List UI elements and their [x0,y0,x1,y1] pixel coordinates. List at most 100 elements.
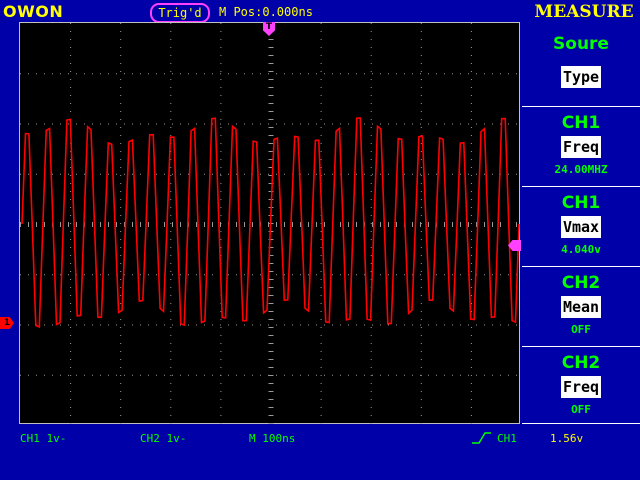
grid-dot [370,367,372,368]
grid-dot [170,55,172,56]
grid-dot [370,119,372,120]
grid-dot [308,374,309,376]
grid-dot [132,173,133,175]
grid-dot [120,111,122,112]
grid-dot [20,274,21,276]
grid-dot [370,95,372,96]
grid-dot [220,143,222,144]
grid-dot [420,215,422,216]
grid-dot [252,123,253,125]
grid-dot [460,73,461,75]
grid-dot [20,374,21,376]
grid-dot [28,123,29,125]
grid-dot [470,407,472,408]
grid-dot [470,327,472,328]
grid-dot [428,123,429,125]
grid-dot [70,351,72,352]
grid-dot [84,123,85,125]
center-tick [268,415,274,416]
grid-dot [120,79,122,80]
grid-dot [308,73,309,75]
menu-item-ch1-vmax[interactable]: CH1 Vmax 4.040v [522,187,640,267]
grid-dot [120,423,122,424]
grid-dot [164,73,165,75]
grid-dot [370,183,372,184]
grid-dot [356,374,357,376]
grid-dot [452,324,453,326]
grid-dot [204,123,205,125]
grid-dot [70,271,72,272]
grid-dot [452,274,453,276]
grid-dot [70,255,72,256]
menu-item-ch1-freq[interactable]: CH1 Freq 24.00MHZ [522,107,640,187]
grid-dot [76,173,77,175]
menu-item-ch2-mean[interactable]: CH2 Mean OFF [522,267,640,347]
grid-dot [170,423,172,424]
grid-dot [70,223,72,224]
center-tick [36,222,37,227]
menu-item-ch2-freq[interactable]: CH2 Freq OFF [522,347,640,424]
center-tick [204,222,205,227]
grid-dot [172,374,173,376]
grid-dot [260,73,261,75]
grid-dot [372,374,373,376]
center-tick [140,222,141,227]
grid-dot [316,374,317,376]
grid-dot [204,173,205,175]
grid-dot [320,151,322,152]
grid-dot [320,71,322,72]
grid-dot [70,423,72,424]
grid-dot [320,63,322,64]
grid-dot [70,367,72,368]
grid-dot [44,324,45,326]
grid-dot [196,324,197,326]
grid-dot [170,63,172,64]
grid-dot [170,39,172,40]
waveform-canvas [20,23,520,424]
grid-dot [470,207,472,208]
grid-dot [140,274,141,276]
grid-dot [388,324,389,326]
grid-dot [316,173,317,175]
grid-dot [120,359,122,360]
grid-dot [120,303,122,304]
center-tick [268,335,274,336]
grid-dot [44,123,45,125]
grid-dot [170,391,172,392]
grid-dot [116,173,117,175]
grid-dot [124,324,125,326]
freq-button[interactable]: Freq [560,136,602,158]
center-tick [268,127,274,128]
grid-dot [220,151,222,152]
grid-dot [120,159,122,160]
mean-button[interactable]: Mean [560,296,602,318]
center-tick [268,351,274,352]
grid-dot [470,351,472,352]
grid-dot [420,143,422,144]
grid-dot [120,39,122,40]
freq-button[interactable]: Freq [560,376,602,398]
grid-dot [332,274,333,276]
grid-dot [420,123,421,125]
type-button[interactable]: Type [560,66,602,88]
grid-dot [508,374,509,376]
center-tick [60,222,61,227]
grid-dot [348,374,349,376]
grid-dot [476,374,477,376]
grid-dot [470,87,472,88]
grid-dot [70,71,72,72]
menu-item-source[interactable]: Soure Type [522,22,640,107]
grid-dot [470,255,472,256]
grid-dot [220,199,222,200]
vmax-button[interactable]: Vmax [560,216,602,238]
center-tick [268,135,274,136]
grid-dot [370,231,372,232]
grid-dot [412,374,413,376]
grid-dot [320,279,322,280]
grid-dot [428,73,429,75]
grid-dot [244,73,245,75]
grid-dot [470,263,472,264]
grid-dot [132,274,133,276]
grid-dot [140,324,141,326]
grid-dot [220,351,222,352]
